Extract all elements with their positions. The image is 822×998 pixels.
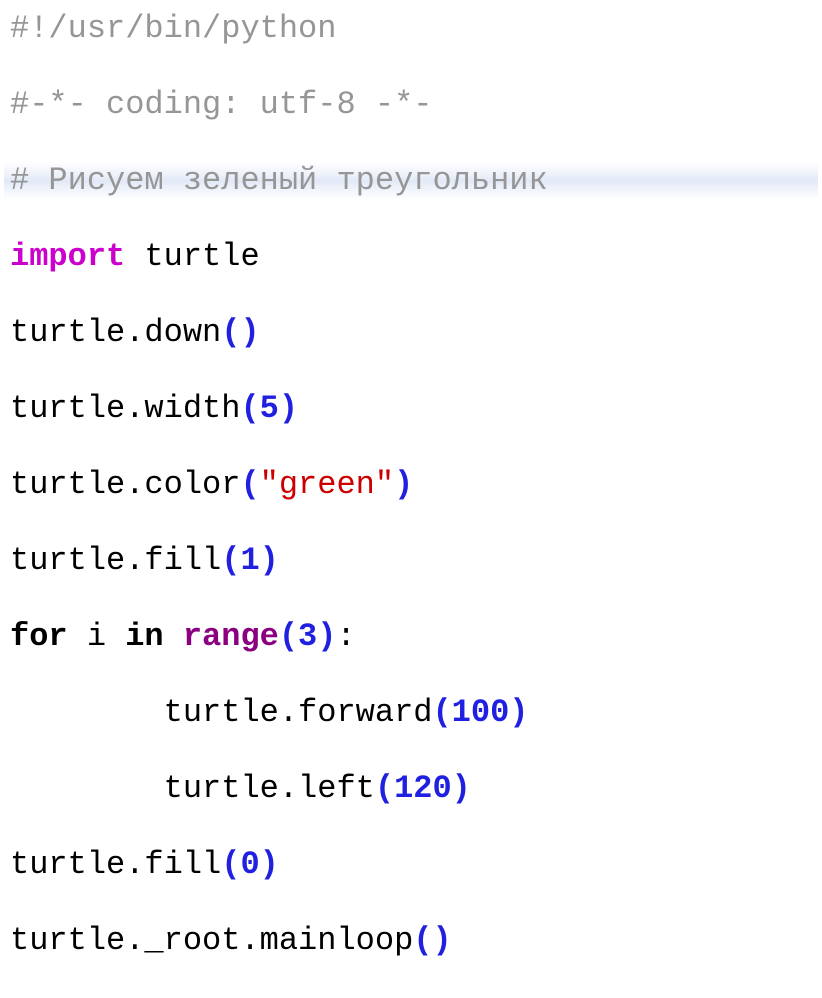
keyword-for: for — [10, 618, 68, 655]
line-encoding: #-*- coding: utf-8 -*- — [4, 86, 818, 124]
method-color: color — [144, 466, 240, 503]
method-down: down — [144, 314, 221, 351]
arg-left: 120 — [394, 770, 452, 807]
arg-fill-0: 0 — [240, 846, 259, 883]
line-turtle-left: turtle.left(120) — [4, 770, 818, 808]
line-turtle-fill-0: turtle.fill(0) — [4, 846, 818, 884]
module-turtle: turtle — [144, 238, 259, 275]
arg-width: 5 — [260, 390, 279, 427]
comment: # Рисуем зеленый треугольник — [10, 162, 548, 199]
encoding-declaration: #-*- coding: utf-8 -*- — [10, 86, 432, 123]
line-turtle-color: turtle.color("green") — [4, 466, 818, 504]
line-import: import turtle — [4, 238, 818, 276]
method-mainloop: mainloop — [260, 922, 414, 959]
arg-forward: 100 — [452, 694, 510, 731]
line-turtle-forward: turtle.forward(100) — [4, 694, 818, 732]
arg-color: "green" — [260, 466, 394, 503]
line-shebang: #!/usr/bin/python — [4, 10, 818, 48]
keyword-in: in — [125, 618, 163, 655]
code-snippet: #!/usr/bin/python #-*- coding: utf-8 -*-… — [0, 0, 822, 556]
arg-range: 3 — [298, 618, 317, 655]
method-width: width — [144, 390, 240, 427]
line-mainloop: turtle._root.mainloop() — [4, 922, 818, 960]
line-turtle-fill-1: turtle.fill(1) — [4, 542, 818, 580]
python-source: #!/usr/bin/python #-*- coding: utf-8 -*-… — [4, 10, 818, 998]
loop-var: i — [87, 618, 106, 655]
method-fill: fill — [144, 846, 221, 883]
line-for: for i in range(3): — [4, 618, 818, 656]
builtin-range: range — [183, 618, 279, 655]
arg-fill-1: 1 — [240, 542, 259, 579]
method-fill: fill — [144, 542, 221, 579]
shebang: #!/usr/bin/python — [10, 10, 336, 47]
method-left: left — [298, 770, 375, 807]
method-forward: forward — [298, 694, 432, 731]
keyword-import: import — [10, 238, 125, 275]
line-turtle-down: turtle.down() — [4, 314, 818, 352]
attr-root: _root — [144, 922, 240, 959]
line-comment: # Рисуем зеленый треугольник — [4, 162, 818, 200]
line-turtle-width: turtle.width(5) — [4, 390, 818, 428]
